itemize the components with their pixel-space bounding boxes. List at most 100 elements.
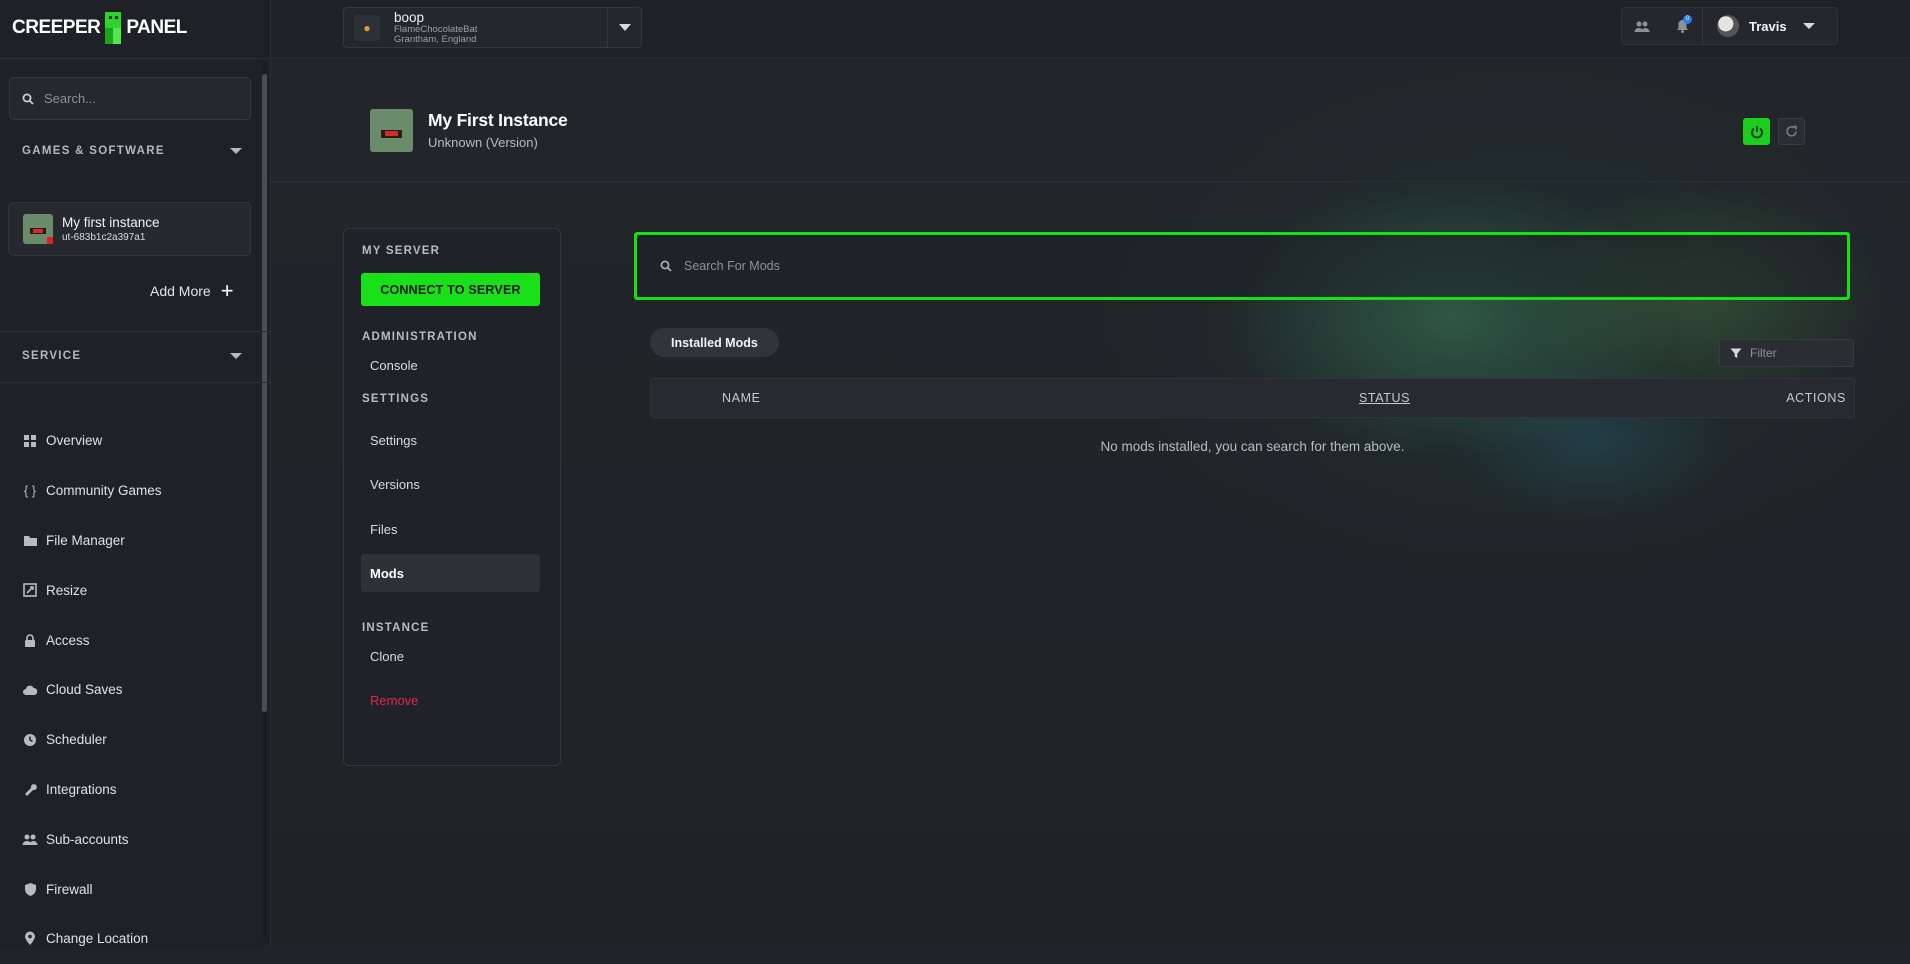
sidebar-item-label: Access	[46, 632, 90, 648]
notification-badge: 0	[1683, 15, 1692, 24]
sidebar-nav: Overview { } Community Games File Manage…	[22, 416, 162, 964]
creeper-cube-icon	[102, 10, 124, 46]
shield-icon	[22, 881, 38, 897]
column-actions: ACTIONS	[1786, 391, 1846, 405]
sidebar-item-label: Cloud Saves	[46, 682, 123, 698]
filter-box[interactable]	[1719, 339, 1854, 367]
sidebar-item-community-games[interactable]: { } Community Games	[22, 466, 162, 516]
grid-icon	[22, 433, 38, 449]
chevron-down-icon	[618, 24, 631, 31]
sidebar-item-label: Scheduler	[46, 732, 107, 748]
instance-header: My First Instance Unknown (Version)	[271, 58, 1910, 182]
wrench-icon	[22, 781, 38, 797]
server-selector[interactable]: ● boop FlameChocolateBat Grantham, Engla…	[343, 7, 642, 48]
connect-to-server-button[interactable]: CONNECT TO SERVER	[361, 273, 540, 306]
plus-icon: +	[220, 278, 234, 303]
users-icon	[1634, 21, 1650, 32]
main-content: My First Instance Unknown (Version) MY S…	[271, 58, 1910, 946]
friends-button[interactable]	[1622, 7, 1662, 45]
games-software-section[interactable]: GAMES & SOFTWARE	[22, 145, 242, 157]
sidebar-item-overview[interactable]: Overview	[22, 416, 162, 466]
menu-section-instance: INSTANCE	[362, 622, 430, 634]
creeperpanel-logo[interactable]: CREEPER PANEL	[12, 8, 187, 48]
menu-item-versions[interactable]: Versions	[361, 465, 540, 503]
instance-title: My first instance	[62, 215, 160, 230]
sidebar-search[interactable]	[9, 77, 251, 120]
user-name: Travis	[1749, 18, 1787, 34]
menu-item-console[interactable]: Console	[361, 346, 540, 384]
page-title: My First Instance	[428, 110, 568, 130]
menu-item-clone[interactable]: Clone	[361, 637, 540, 675]
sidebar-item-label: Firewall	[46, 881, 93, 897]
braces-icon: { }	[23, 483, 37, 499]
server-name: boop	[394, 10, 425, 25]
sidebar-item-file-manager[interactable]: File Manager	[22, 516, 162, 566]
mod-search-input[interactable]	[684, 259, 1584, 273]
page-subtitle: Unknown (Version)	[428, 135, 538, 150]
server-location: Grantham, England	[394, 34, 477, 45]
add-more-button[interactable]: Add More +	[150, 278, 234, 303]
menu-item-files[interactable]: Files	[361, 510, 540, 548]
sidebar-item-label: File Manager	[46, 532, 125, 548]
logo-text-right: PANEL	[126, 17, 187, 38]
restart-button[interactable]	[1778, 118, 1805, 145]
user-area: 0 Travis	[1621, 7, 1838, 45]
sidebar-item-firewall[interactable]: Firewall	[22, 864, 162, 914]
mod-search-box[interactable]	[634, 232, 1850, 300]
service-section[interactable]: SERVICE	[22, 350, 242, 362]
chevron-down-icon	[230, 148, 242, 154]
server-icon: ●	[354, 14, 380, 41]
logo-text-left: CREEPER	[12, 17, 101, 38]
avatar	[1717, 15, 1739, 37]
empty-state-message: No mods installed, you can search for th…	[1100, 439, 1405, 454]
notifications-button[interactable]: 0	[1662, 7, 1702, 45]
filter-input[interactable]	[1750, 346, 1840, 360]
restart-icon	[1786, 125, 1797, 137]
user-menu[interactable]: Travis	[1702, 7, 1815, 45]
instance-card[interactable]: My first instance ut-683b1c2a397a1	[8, 202, 251, 256]
sidebar-item-label: Community Games	[46, 483, 162, 499]
sidebar-item-label: Overview	[46, 433, 103, 449]
filter-icon	[1730, 348, 1742, 358]
menu-section-settings: SETTINGS	[362, 393, 430, 405]
column-name[interactable]: NAME	[722, 391, 761, 405]
chevron-down-icon	[1802, 23, 1815, 29]
users-icon	[22, 831, 38, 847]
folder-icon	[22, 532, 38, 548]
resize-icon	[22, 582, 38, 598]
search-icon	[660, 260, 672, 272]
search-icon	[22, 93, 34, 105]
sidebar-item-cloud-saves[interactable]: Cloud Saves	[22, 665, 162, 715]
sidebar-item-sub-accounts[interactable]: Sub-accounts	[22, 814, 162, 864]
sidebar-item-access[interactable]: Access	[22, 615, 162, 665]
service-label: SERVICE	[22, 350, 82, 362]
pin-icon	[22, 931, 38, 947]
sidebar-item-label: Resize	[46, 582, 88, 598]
cloud-icon	[22, 682, 38, 698]
sidebar-search-input[interactable]	[44, 91, 234, 106]
column-status[interactable]: STATUS	[1359, 391, 1410, 405]
divider	[0, 382, 270, 383]
clock-icon	[22, 732, 38, 748]
top-bar: ● boop FlameChocolateBat Grantham, Engla…	[271, 0, 1910, 58]
lock-icon	[22, 632, 38, 648]
sidebar-item-resize[interactable]: Resize	[22, 565, 162, 615]
menu-item-mods[interactable]: Mods	[361, 554, 540, 592]
games-software-label: GAMES & SOFTWARE	[22, 145, 165, 157]
sidebar-item-label: Integrations	[46, 781, 117, 797]
server-dropdown-toggle[interactable]	[607, 8, 641, 47]
divider	[0, 331, 270, 332]
menu-item-settings[interactable]: Settings	[361, 421, 540, 459]
power-icon	[1750, 125, 1763, 138]
sidebar-item-integrations[interactable]: Integrations	[22, 765, 162, 815]
sidebar-scrollbar[interactable]	[262, 74, 267, 712]
instance-id: ut-683b1c2a397a1	[62, 232, 146, 243]
menu-section-my-server: MY SERVER	[362, 245, 441, 257]
server-menu: MY SERVER CONNECT TO SERVER ADMINISTRATI…	[343, 228, 561, 766]
power-button[interactable]	[1743, 118, 1770, 145]
menu-item-remove[interactable]: Remove	[361, 681, 540, 719]
tab-installed-mods[interactable]: Installed Mods	[650, 328, 779, 357]
mods-table-header: NAME STATUS ACTIONS	[650, 378, 1855, 418]
sidebar-item-change-location[interactable]: Change Location	[22, 914, 162, 964]
sidebar-item-scheduler[interactable]: Scheduler	[22, 715, 162, 765]
